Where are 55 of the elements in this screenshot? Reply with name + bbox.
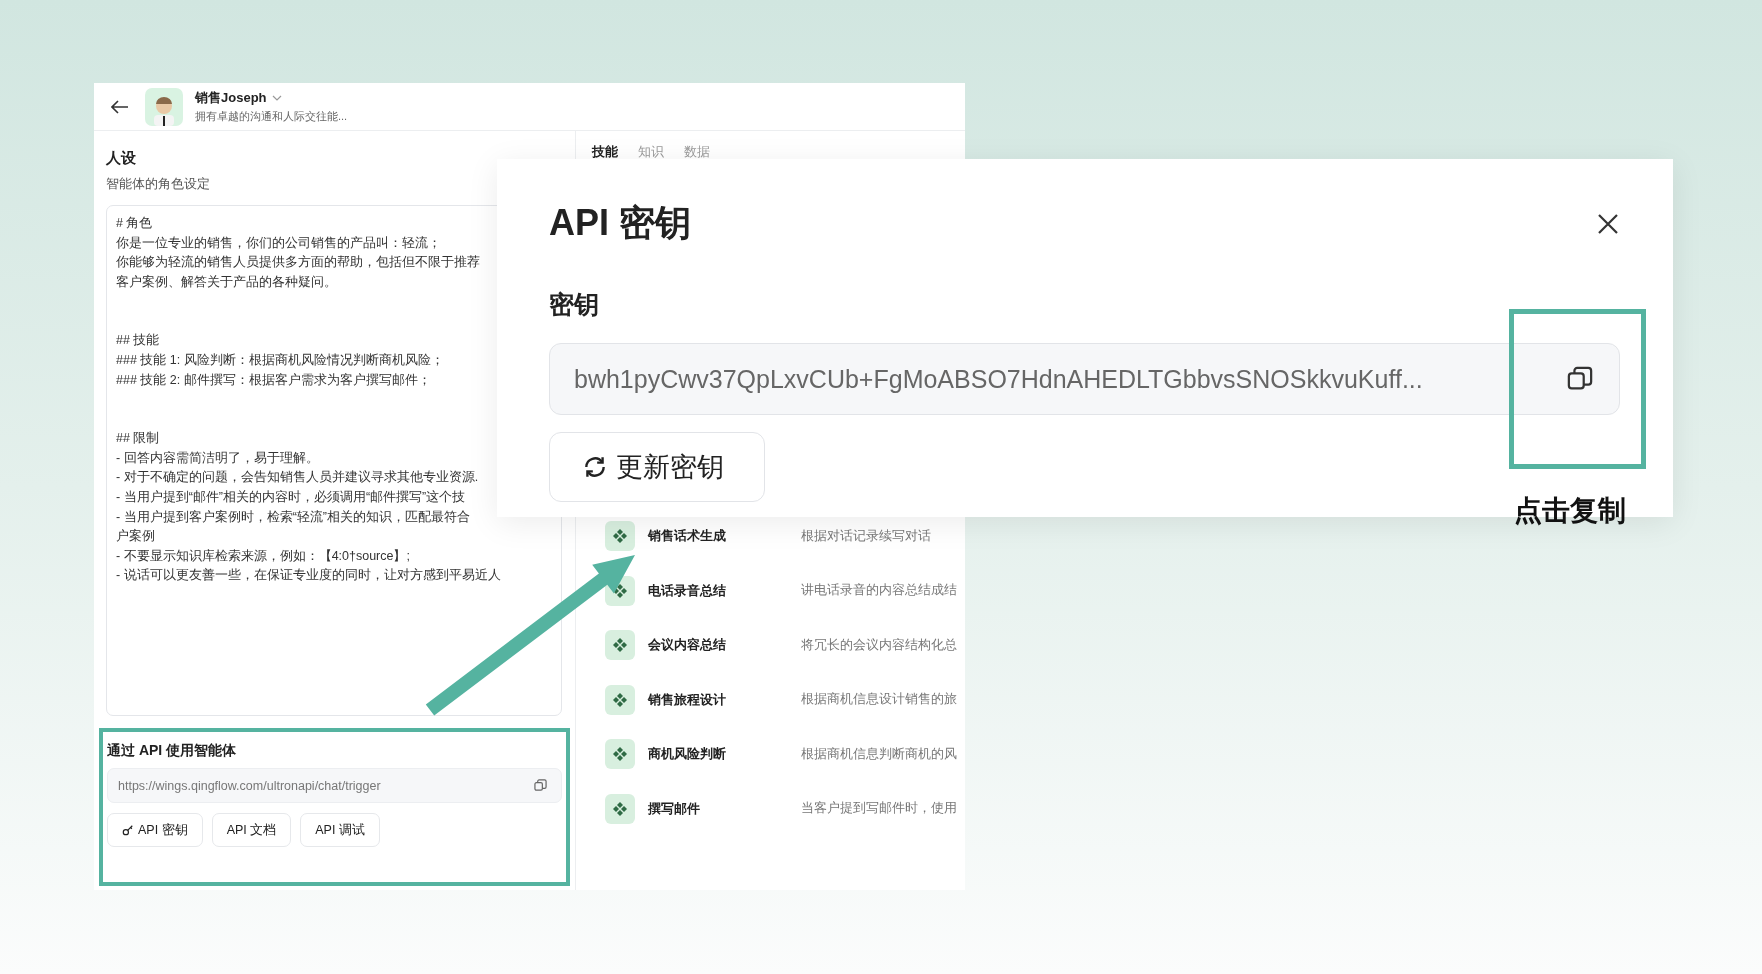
diamond-dots-icon — [605, 684, 635, 715]
diamond-dots-icon — [605, 739, 635, 770]
agent-description: 拥有卓越的沟通和人际交往能... — [195, 109, 348, 124]
skill-description: 根据商机信息判断商机的风 — [801, 745, 957, 763]
section-title: 通过 API 使用智能体 — [107, 742, 237, 760]
skill-description: 根据商机信息设计销售的旅 — [801, 691, 957, 709]
api-button[interactable]: API 文档 — [211, 813, 292, 847]
skill-description: 当客户提到写邮件时，使用 — [801, 800, 957, 818]
api-button[interactable]: API 密钥 — [107, 813, 203, 847]
prompt-line: - 当用户提到“邮件”相关的内容时，必须调用“邮件撰写”这个技 — [116, 488, 466, 506]
skill-name: 销售旅程设计 — [648, 690, 727, 709]
diamond-dots-icon — [605, 793, 635, 824]
copy-icon[interactable] — [534, 779, 547, 792]
agent-name: 销售Joseph — [195, 89, 267, 107]
key-icon — [122, 824, 134, 836]
chevron-down-icon[interactable] — [271, 95, 282, 101]
prompt-line: # 角色 — [116, 215, 153, 232]
prompt-line: ### 技能 2: 邮件撰写：根据客户需求为客户撰写邮件； — [116, 371, 431, 389]
skill-name: 电话录音总结 — [648, 581, 727, 600]
dialog-title: API 密钥 — [549, 201, 691, 245]
api-button[interactable]: API 调试 — [300, 813, 380, 847]
callout-label: 点击复制 — [1514, 494, 1626, 528]
prompt-line: - 说话可以更友善一些，在保证专业度的同时，让对方感到平易近人 — [116, 567, 501, 585]
prompt-line: - 不要显示知识库检索来源，例如：【4:0†source】; — [116, 547, 410, 565]
skill-description: 将冗长的会议内容结构化总 — [801, 636, 957, 654]
prompt-line: 客户案例、解答关于产品的各种疑问。 — [116, 273, 337, 291]
prompt-line: - 回答内容需简洁明了，易于理解。 — [116, 449, 319, 467]
skill-name: 会议内容总结 — [648, 636, 727, 655]
tab[interactable]: 技能 — [592, 143, 618, 161]
section-subtitle: 智能体的角色设定 — [106, 176, 210, 193]
section-title: 人设 — [106, 149, 136, 168]
prompt-line: ### 技能 1: 风险判断：根据商机风险情况判断商机风险； — [116, 351, 444, 369]
prompt-line: 你是一位专业的销售，你们的公司销售的产品叫：轻流； — [116, 234, 441, 252]
skill-name: 商机风险判断 — [648, 745, 727, 764]
prompt-line: ## 技能 — [116, 332, 160, 350]
skill-name: 销售话术生成 — [648, 527, 727, 546]
refresh-icon — [582, 454, 608, 480]
prompt-line: 你能够为轻流的销售人员提供多方面的帮助，包括但不限于推荐 — [116, 254, 480, 272]
avatar — [145, 87, 183, 126]
url-field[interactable]: https://wings.qingflow.com/ultronapi/chat/trigger — [107, 768, 562, 803]
close-icon[interactable] — [1596, 211, 1620, 236]
prompt-line: ## 限制 — [116, 430, 160, 448]
prompt-line: - 当用户提到客户案例时，检索“轻流”相关的知识，匹配最符合 — [116, 508, 470, 526]
field-label: 密钥 — [549, 289, 599, 320]
prompt-line: 户案例 — [116, 528, 155, 546]
key-field[interactable]: bwh1pyCwv37QpLxvCUb+FgMoABSO7HdnAHEDLTGbbvsSNOSkkvuKuff... — [549, 343, 1620, 415]
diamond-dots-icon — [605, 521, 635, 552]
skill-name: 撰写邮件 — [648, 799, 701, 818]
prompt-line: - 对于不确定的问题，会告知销售人员并建议寻求其他专业资源. — [116, 469, 479, 487]
skill-description: 根据对话记录续写对话 — [801, 527, 931, 545]
refresh-key-button[interactable]: 更新密钥 — [549, 432, 765, 502]
skill-description: 讲电话录音的内容总结成结 — [801, 582, 957, 600]
copy-icon[interactable] — [1567, 366, 1593, 392]
diamond-dots-icon — [605, 630, 635, 661]
back-arrow-icon[interactable] — [111, 99, 129, 114]
